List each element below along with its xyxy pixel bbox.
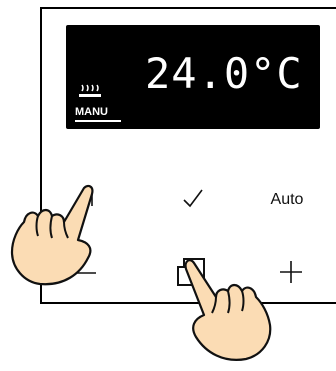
mode-label: MANU (75, 106, 108, 118)
pointing-hand-right (178, 255, 278, 370)
temperature-readout: 24.0°C (145, 49, 303, 98)
pointing-hand-icon (10, 184, 94, 286)
pointing-hand-left (6, 182, 102, 295)
pointing-hand-icon (184, 259, 272, 361)
radiator-heating-icon (78, 82, 102, 100)
confirm-button[interactable] (178, 184, 208, 214)
plus-button[interactable] (276, 257, 306, 287)
checkmark-icon (183, 189, 203, 208)
plus-icon (280, 261, 302, 283)
auto-button[interactable]: Auto (262, 188, 312, 212)
mode-underline (75, 120, 121, 122)
